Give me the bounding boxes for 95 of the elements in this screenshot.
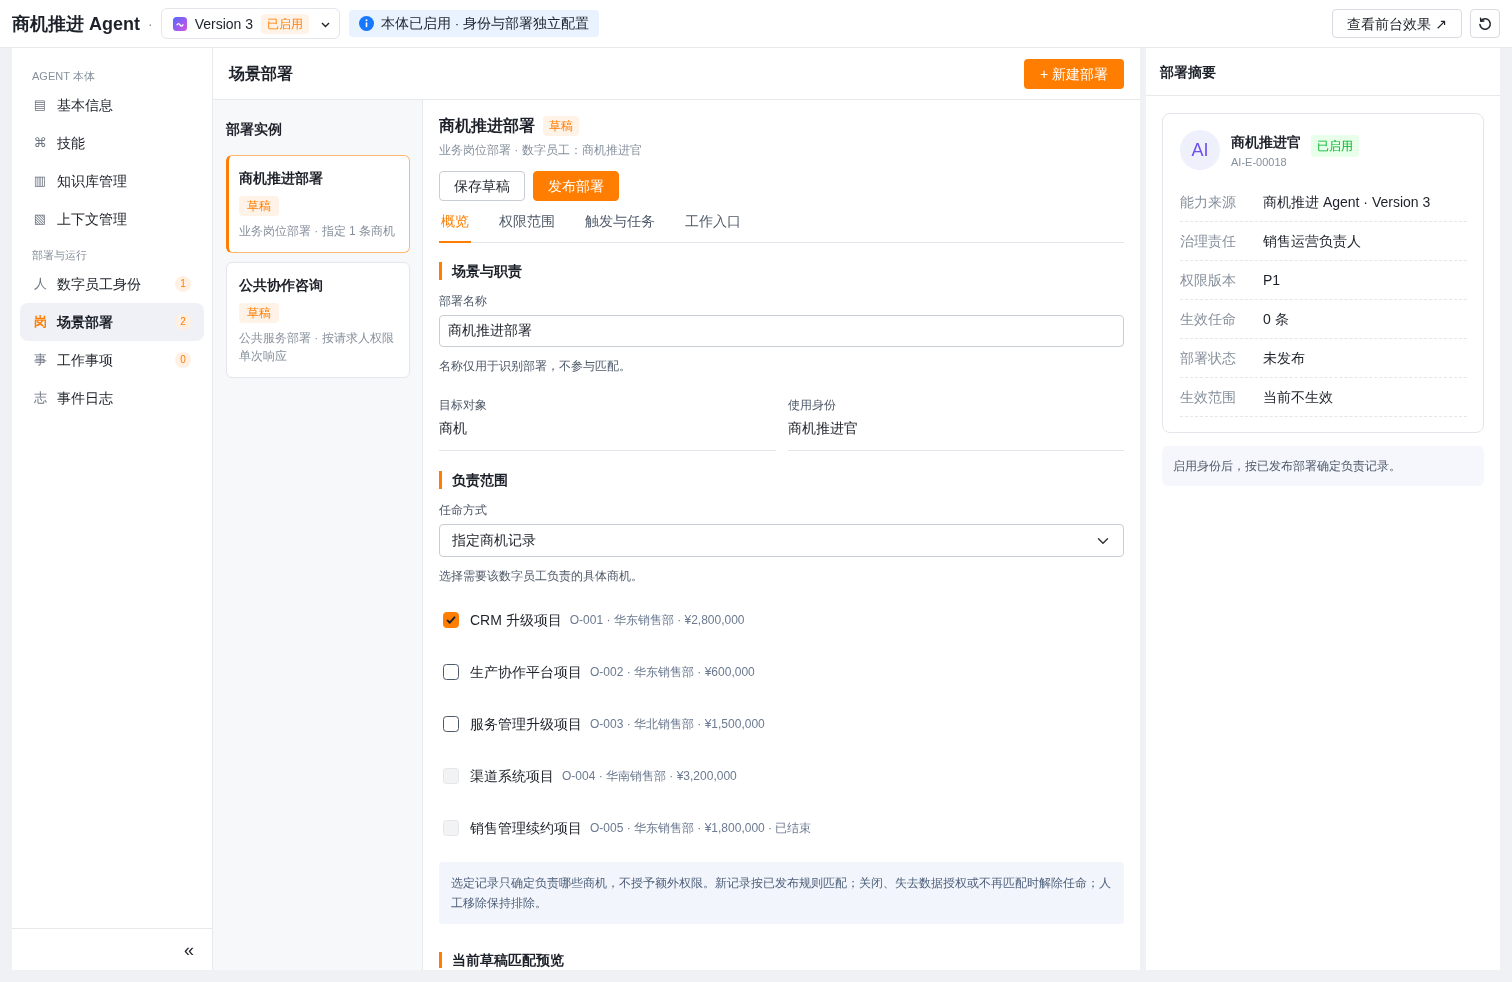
summary-value: 当前不生效 xyxy=(1263,388,1333,407)
sidebar-item[interactable]: 志 事件日志 xyxy=(20,379,204,417)
info-note: 选定记录只确定负责哪些商机，不授予额外权限。新记录按已发布规则匹配；关闭、失去数据授权或不再匹配时解除任命；人工移除保持排除。 xyxy=(439,862,1124,924)
menu-glyph-icon: ▧ xyxy=(32,211,48,227)
summary-label: 生效任命 xyxy=(1180,310,1237,329)
record-checkbox[interactable] xyxy=(443,612,459,628)
summary-label: 能力来源 xyxy=(1180,193,1237,212)
count-badge: 0 xyxy=(175,352,191,368)
status-badge: 已启用 xyxy=(1311,135,1359,157)
tab[interactable]: 工作入口 xyxy=(683,207,743,243)
notice-text: 本体已启用 · 身份与部署独立配置 xyxy=(381,14,590,33)
sidebar-item[interactable]: 岗 场景部署 2 xyxy=(20,303,204,341)
menu-glyph-icon: 志 xyxy=(32,390,48,406)
status-badge: 草稿 xyxy=(543,116,579,136)
field-label: 任命方式 xyxy=(439,502,488,518)
field-value: 商机 xyxy=(439,418,776,451)
summary-value: 商机推进 Agent · Version 3 xyxy=(1263,193,1431,212)
collapse-button[interactable]: « xyxy=(180,939,198,960)
save-draft-button[interactable]: 保存草稿 xyxy=(439,171,525,201)
info-note: 启用身份后，按已发布部署确定负责记录。 xyxy=(1162,446,1484,486)
menu-glyph-icon: ▤ xyxy=(32,97,48,113)
sidebar-item[interactable]: 事 工作事项 0 xyxy=(20,341,204,379)
version-dropdown[interactable]: Version 3 已启用 xyxy=(160,8,341,39)
count-badge: 2 xyxy=(175,314,191,330)
summary-label: 生效范围 xyxy=(1180,388,1237,407)
version-logo-icon xyxy=(172,16,187,31)
field-label: 使用身份 xyxy=(787,397,837,413)
count-badge: 1 xyxy=(175,276,191,292)
status-badge: 草稿 xyxy=(239,196,279,216)
record-details: O-003 · 华北销售部 · ¥1,500,000 xyxy=(590,716,765,733)
summary-label: 部署状态 xyxy=(1180,349,1237,368)
summary-label: 权限版本 xyxy=(1180,271,1237,290)
avatar: AI xyxy=(1180,130,1220,170)
record-details: O-005 · 华东销售部 · ¥1,800,000 · 已结束 xyxy=(590,820,812,837)
summary-value: 销售运营负责人 xyxy=(1263,232,1361,251)
panel-title: 部署摘要 xyxy=(1146,48,1500,96)
chevron-down-icon xyxy=(321,22,331,28)
record-details: O-002 · 华东销售部 · ¥600,000 xyxy=(590,664,755,681)
menu-glyph-icon: 事 xyxy=(32,352,48,368)
record-name: 销售管理续约项目 xyxy=(470,819,582,838)
section-label: 部署与运行 xyxy=(31,248,88,263)
status-badge: 草稿 xyxy=(239,303,279,323)
tab[interactable]: 触发与任务 xyxy=(583,207,657,243)
identity-name: 商机推进官 xyxy=(1231,132,1301,152)
deployment-name: 商机推进部署 xyxy=(239,169,324,188)
section-label: AGENT 本体 xyxy=(31,69,96,84)
record-name: 服务管理升级项目 xyxy=(470,715,582,734)
preview-button[interactable]: 查看前台效果 ↗ xyxy=(1332,9,1462,38)
identity-code: AI-E-00018 xyxy=(1231,154,1288,169)
list-title: 部署实例 xyxy=(226,120,283,139)
section-heading: 当前草稿匹配预览 xyxy=(439,952,1124,968)
section-heading: 场景与职责 xyxy=(439,262,1124,280)
section-heading: 负责范围 xyxy=(439,471,1124,489)
help-text: 名称仅用于识别部署，不参与匹配。 xyxy=(439,358,632,374)
refresh-icon xyxy=(1478,16,1492,31)
field-label: 目标对象 xyxy=(439,397,488,413)
field-value: 商机推进官 xyxy=(787,418,1124,451)
sidebar-item[interactable]: ▥ 知识库管理 xyxy=(20,162,204,200)
assignment-select[interactable]: 指定商机记录 xyxy=(439,524,1124,557)
summary-value: 0 条 xyxy=(1263,310,1289,329)
record-details: O-004 · 华南销售部 · ¥3,200,000 xyxy=(562,768,737,785)
deployment-description: 业务岗位部署 · 指定 1 条商机 xyxy=(239,223,396,240)
help-text: 选择需要该数字员工负责的具体商机。 xyxy=(439,568,644,584)
menu-glyph-icon: 人 xyxy=(32,276,48,292)
deployment-description: 公共服务部署 · 按请求人权限单次响应 xyxy=(239,330,395,365)
record-name: 渠道系统项目 xyxy=(470,767,554,786)
sidebar-item[interactable]: 人 数字员工身份 1 xyxy=(20,265,204,303)
record-name: 生产协作平台项目 xyxy=(470,663,582,682)
deployment-subtitle: 业务岗位部署 · 数字员工：商机推进官 xyxy=(439,142,643,158)
deployment-title: 商机推进部署 xyxy=(439,116,535,136)
record-details: O-001 · 华东销售部 · ¥2,800,000 xyxy=(569,612,745,629)
menu-glyph-icon: ⌘ xyxy=(32,135,48,151)
field-label: 部署名称 xyxy=(439,293,488,309)
sidebar-item[interactable]: ⌘ 技能 xyxy=(20,124,204,162)
summary-value: 未发布 xyxy=(1263,349,1305,368)
status-badge: 已启用 xyxy=(261,13,310,34)
deployment-card[interactable]: 商机推进部署 草稿 业务岗位部署 · 指定 1 条商机 xyxy=(226,155,410,253)
app-title: 商机推进 Agent xyxy=(12,12,140,36)
menu-glyph-icon: 岗 xyxy=(32,314,48,330)
name-input[interactable]: 商机推进部署 xyxy=(439,315,1124,347)
menu-glyph-icon: ▥ xyxy=(32,173,48,189)
record-checkbox[interactable] xyxy=(443,664,459,680)
separator-dot: · xyxy=(148,14,153,34)
summary-label: 治理责任 xyxy=(1180,232,1237,251)
record-name: CRM 升级项目 xyxy=(470,611,562,630)
panel-title: 场景部署 xyxy=(229,63,293,84)
tab[interactable]: 权限范围 xyxy=(497,207,557,243)
info-icon xyxy=(359,16,375,31)
record-checkbox[interactable] xyxy=(443,716,459,732)
summary-value: P1 xyxy=(1263,271,1281,290)
refresh-button[interactable] xyxy=(1470,9,1500,38)
sidebar-item[interactable]: ▧ 上下文管理 xyxy=(20,200,204,238)
deployment-name: 公共协作咨询 xyxy=(239,276,324,295)
sidebar-item[interactable]: ▤ 基本信息 xyxy=(20,86,204,124)
deployment-card[interactable]: 公共协作咨询 草稿 公共服务部署 · 按请求人权限单次响应 xyxy=(226,262,410,378)
